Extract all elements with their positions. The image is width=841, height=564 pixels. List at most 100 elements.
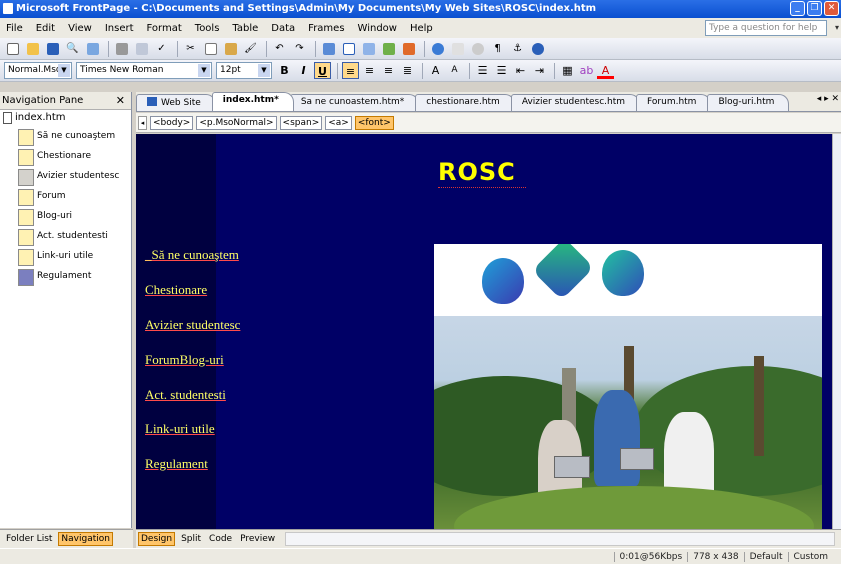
- design-view[interactable]: ROSC _Să ne cunoaştem Chestionare Avizie…: [136, 134, 832, 529]
- decrease-font-icon[interactable]: A: [446, 62, 463, 79]
- horizontal-scrollbar[interactable]: [285, 532, 835, 546]
- print-icon[interactable]: [113, 40, 130, 57]
- preview-icon[interactable]: [133, 40, 150, 57]
- new-page-icon[interactable]: [4, 40, 21, 57]
- header-photo[interactable]: [434, 244, 822, 529]
- menu-view[interactable]: View: [68, 23, 92, 34]
- decrease-indent-icon[interactable]: ⇤: [512, 62, 529, 79]
- close-icon[interactable]: ✕: [824, 1, 839, 16]
- tab-preview[interactable]: Preview: [238, 533, 277, 545]
- tab-index[interactable]: index.htm*: [211, 92, 294, 111]
- tag-a[interactable]: <a>: [325, 115, 352, 130]
- nav-item-avizier[interactable]: Avizier studentesc: [18, 168, 131, 187]
- link-act-studentesti[interactable]: Act. studentesti: [145, 387, 226, 403]
- publish-icon[interactable]: [84, 40, 101, 57]
- copy-icon[interactable]: [202, 40, 219, 57]
- numbering-icon[interactable]: ☰: [474, 62, 491, 79]
- tab-split[interactable]: Split: [179, 533, 203, 545]
- nav-item-link-uri[interactable]: Link-uri utile: [18, 248, 131, 267]
- nav-item-chestionare[interactable]: Chestionare: [18, 148, 131, 167]
- drawing-icon[interactable]: [400, 40, 417, 57]
- align-center-icon[interactable]: ≡: [361, 62, 378, 79]
- nav-item-forum[interactable]: Forum: [18, 188, 131, 207]
- open-folder-icon[interactable]: [24, 40, 41, 57]
- link-sa-ne-cunoastem[interactable]: _Să ne cunoaştem: [145, 247, 239, 263]
- menu-window[interactable]: Window: [358, 23, 397, 34]
- tag-font[interactable]: <font>: [354, 115, 394, 130]
- page-dimensions[interactable]: 778 x 438: [687, 551, 743, 562]
- style-select[interactable]: Normal.Mso ▼: [4, 62, 72, 79]
- insert-picture-icon[interactable]: [380, 40, 397, 57]
- menu-tools[interactable]: Tools: [195, 23, 220, 34]
- tab-design[interactable]: Design: [138, 532, 176, 546]
- font-size-select[interactable]: 12pt ▼: [216, 62, 272, 79]
- tab-sa-ne-cunoastem[interactable]: Sa ne cunoastem.htm*: [289, 94, 420, 111]
- link-chestionare[interactable]: Chestionare: [145, 282, 207, 298]
- menu-format[interactable]: Format: [147, 23, 182, 34]
- tab-blog[interactable]: Blog-uri.htm: [707, 94, 790, 111]
- tag-p[interactable]: <p.MsoNormal>: [196, 115, 277, 130]
- save-icon[interactable]: [44, 40, 61, 57]
- menu-data[interactable]: Data: [271, 23, 295, 34]
- increase-font-icon[interactable]: A: [427, 62, 444, 79]
- highlight-icon[interactable]: ab: [578, 62, 595, 79]
- link-forum-blog[interactable]: ForumBlog-uri: [145, 352, 224, 368]
- compat-mode-default[interactable]: Default: [743, 551, 788, 562]
- paste-icon[interactable]: [222, 40, 239, 57]
- help-icon[interactable]: [529, 40, 546, 57]
- format-painter-icon[interactable]: 🖌: [242, 40, 259, 57]
- menu-table[interactable]: Table: [232, 23, 258, 34]
- compat-mode-custom[interactable]: Custom: [787, 551, 833, 562]
- borders-icon[interactable]: ▦: [559, 62, 576, 79]
- tab-code[interactable]: Code: [207, 533, 234, 545]
- font-select[interactable]: Times New Roman ▼: [76, 62, 212, 79]
- tab-navigation[interactable]: Navigation: [58, 532, 113, 546]
- increase-indent-icon[interactable]: ⇥: [531, 62, 548, 79]
- nav-root-page[interactable]: index.htm: [0, 110, 131, 128]
- anchor-icon[interactable]: ⚓: [509, 40, 526, 57]
- stop-icon[interactable]: [469, 40, 486, 57]
- tag-body[interactable]: <body>: [150, 115, 194, 130]
- close-icon[interactable]: ✕: [116, 94, 125, 107]
- insert-table-icon[interactable]: [340, 40, 357, 57]
- undo-icon[interactable]: ↶: [271, 40, 288, 57]
- font-color-icon[interactable]: A: [597, 62, 614, 79]
- align-left-icon[interactable]: ≡: [342, 62, 359, 79]
- quick-tag-back-icon[interactable]: ◂: [138, 115, 147, 130]
- tab-avizier[interactable]: Avizier studentesc.htm: [510, 94, 641, 111]
- nav-item-blog[interactable]: Blog-uri: [18, 208, 131, 227]
- menu-help[interactable]: Help: [410, 23, 433, 34]
- refresh-icon[interactable]: [449, 40, 466, 57]
- ask-question-input[interactable]: Type a question for help: [705, 20, 827, 36]
- tag-span[interactable]: <span>: [279, 115, 323, 130]
- tab-scroll-icon[interactable]: ◂ ▸ ✕: [814, 94, 841, 104]
- tab-chestionare[interactable]: chestionare.htm: [415, 94, 515, 111]
- cut-icon[interactable]: ✂: [182, 40, 199, 57]
- find-icon[interactable]: 🔍: [64, 40, 81, 57]
- link-link-uri[interactable]: Link-uri utile: [145, 421, 215, 437]
- menu-file[interactable]: File: [6, 23, 23, 34]
- vertical-scrollbar[interactable]: [832, 134, 841, 529]
- italic-icon[interactable]: I: [295, 62, 312, 79]
- insert-layer-icon[interactable]: [360, 40, 377, 57]
- show-all-icon[interactable]: ¶: [489, 40, 506, 57]
- underline-icon[interactable]: U: [314, 62, 331, 79]
- tab-web-site[interactable]: Web Site: [136, 94, 216, 111]
- hyperlink-icon[interactable]: [429, 40, 446, 57]
- menu-insert[interactable]: Insert: [105, 23, 134, 34]
- minimize-icon[interactable]: _: [790, 1, 805, 16]
- align-right-icon[interactable]: ≡: [380, 62, 397, 79]
- nav-item-act-studentesti[interactable]: Act. studentesti: [18, 228, 131, 247]
- spelling-icon[interactable]: ✓: [153, 40, 170, 57]
- restore-icon[interactable]: ❐: [807, 1, 822, 16]
- bullets-icon[interactable]: ☰: [493, 62, 510, 79]
- menu-frames[interactable]: Frames: [308, 23, 344, 34]
- ask-dropdown-icon[interactable]: ▾: [835, 23, 839, 32]
- tab-folder-list[interactable]: Folder List: [4, 533, 54, 545]
- bold-icon[interactable]: B: [276, 62, 293, 79]
- link-avizier[interactable]: Avizier studentesc: [145, 317, 240, 333]
- tab-forum[interactable]: Forum.htm: [636, 94, 712, 111]
- web-component-icon[interactable]: [320, 40, 337, 57]
- nav-item-sa-ne-cunoastem[interactable]: Să ne cunoaştem: [18, 128, 131, 147]
- menu-edit[interactable]: Edit: [36, 23, 55, 34]
